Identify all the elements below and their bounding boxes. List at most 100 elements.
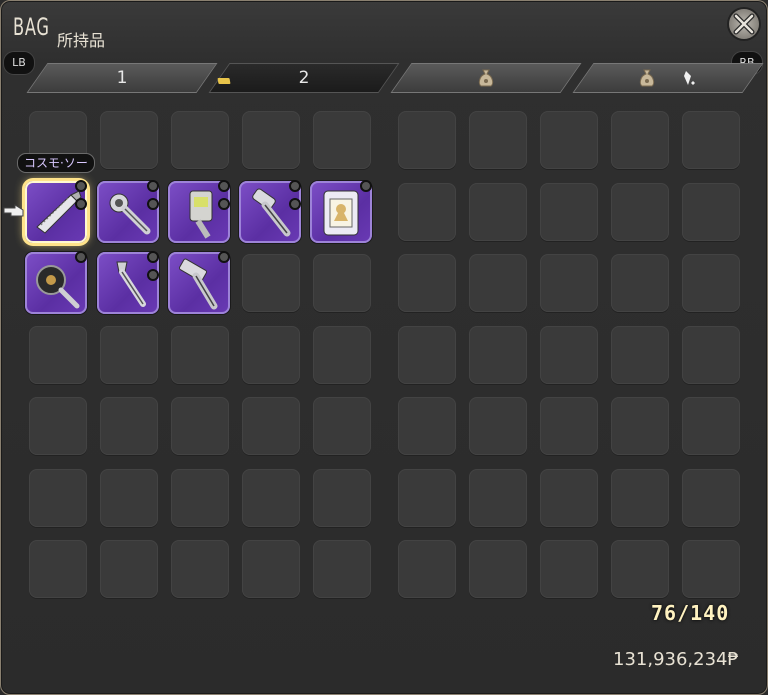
inventory-slot[interactable]	[242, 111, 300, 169]
inventory-slot[interactable]	[682, 254, 740, 312]
inventory-slot[interactable]	[100, 397, 158, 455]
inventory-slot[interactable]	[611, 326, 669, 384]
inventory-slot[interactable]	[682, 111, 740, 169]
inventory-slot[interactable]	[611, 397, 669, 455]
inventory-slot[interactable]	[313, 540, 371, 598]
spanner-item[interactable]	[97, 251, 159, 314]
hammer-item[interactable]	[239, 180, 301, 243]
materia-slot-icon	[147, 251, 159, 263]
tab-1[interactable]: 1	[26, 63, 218, 93]
inventory-slot[interactable]	[29, 540, 87, 598]
inventory-slot[interactable]	[682, 326, 740, 384]
saw-icon	[36, 190, 82, 234]
inventory-slot[interactable]	[313, 469, 371, 527]
inventory-slot[interactable]	[29, 326, 87, 384]
materia-slot-icon	[360, 180, 372, 192]
inventory-slot[interactable]	[398, 111, 456, 169]
inventory-count: 76/140	[651, 601, 730, 625]
inventory-slot[interactable]	[398, 469, 456, 527]
inventory-slot[interactable]	[398, 254, 456, 312]
wrench-item[interactable]	[97, 180, 159, 243]
inventory-slot[interactable]	[242, 326, 300, 384]
inventory-slot[interactable]	[171, 469, 229, 527]
materia-slot-icon	[218, 180, 230, 192]
inventory-slot[interactable]	[611, 111, 669, 169]
inventory-slot[interactable]	[171, 111, 229, 169]
inventory-slot[interactable]	[398, 183, 456, 241]
item-tooltip: コスモ·ソー	[17, 153, 95, 173]
inventory-slot[interactable]	[242, 254, 300, 312]
saw-item[interactable]	[25, 180, 87, 243]
materia-slot-icon	[75, 198, 87, 210]
inventory-slot[interactable]	[682, 469, 740, 527]
inventory-slot[interactable]	[540, 540, 598, 598]
active-tab-marker	[217, 78, 231, 84]
inventory-slot[interactable]	[29, 397, 87, 455]
inventory-slot[interactable]	[469, 540, 527, 598]
pan-icon	[36, 265, 80, 309]
pan-item[interactable]	[25, 251, 87, 314]
materia-slot-icon	[289, 180, 301, 192]
inventory-slot[interactable]	[682, 397, 740, 455]
close-button[interactable]	[729, 9, 759, 39]
inventory-slot[interactable]	[313, 326, 371, 384]
mallet-icon	[178, 258, 218, 310]
inventory-slot[interactable]	[611, 254, 669, 312]
hammer-icon	[252, 188, 291, 237]
inventory-slot[interactable]	[100, 326, 158, 384]
inventory-slot[interactable]	[540, 254, 598, 312]
inventory-slot[interactable]	[100, 469, 158, 527]
inventory-slot[interactable]	[313, 111, 371, 169]
inventory-slot[interactable]	[469, 111, 527, 169]
tab-4[interactable]	[572, 63, 764, 93]
inventory-slot[interactable]	[242, 469, 300, 527]
inventory-slot[interactable]	[469, 397, 527, 455]
tab-2-label: 2	[298, 68, 310, 88]
close-icon	[733, 13, 755, 35]
inventory-slot[interactable]	[682, 183, 740, 241]
gauge-tool-item[interactable]	[168, 180, 230, 243]
tab-3[interactable]	[390, 63, 582, 93]
gauge-tool-icon	[189, 190, 213, 239]
inventory-slot[interactable]	[611, 183, 669, 241]
wrench-icon	[109, 193, 151, 235]
inventory-slot[interactable]	[540, 111, 598, 169]
inventory-slot[interactable]	[398, 326, 456, 384]
inventory-slot[interactable]	[469, 183, 527, 241]
spanner-icon	[116, 261, 146, 307]
inventory-slot[interactable]	[469, 254, 527, 312]
inventory-slot[interactable]	[540, 183, 598, 241]
inventory-slot[interactable]	[29, 469, 87, 527]
tab-1-label: 1	[116, 68, 128, 88]
inventory-slot[interactable]	[242, 397, 300, 455]
inventory-slot[interactable]	[171, 326, 229, 384]
materia-slot-icon	[147, 180, 159, 192]
inventory-slot[interactable]	[171, 397, 229, 455]
inventory-slot[interactable]	[540, 326, 598, 384]
inventory-slot[interactable]	[398, 540, 456, 598]
inventory-slot[interactable]	[313, 397, 371, 455]
inventory-slot[interactable]	[682, 540, 740, 598]
materia-slot-icon	[75, 251, 87, 263]
frame-item[interactable]	[310, 180, 372, 243]
inventory-slot[interactable]	[611, 469, 669, 527]
inventory-slot[interactable]	[242, 540, 300, 598]
money-bag-crystal-icon	[639, 69, 695, 87]
tab-2[interactable]: 2	[208, 63, 400, 93]
inventory-slot[interactable]	[540, 469, 598, 527]
materia-slot-icon	[147, 269, 159, 281]
hand-cursor-icon	[3, 204, 24, 217]
inventory-slot[interactable]	[398, 397, 456, 455]
inventory-slot[interactable]	[100, 111, 158, 169]
materia-slot-icon	[218, 198, 230, 210]
inventory-slot[interactable]	[171, 540, 229, 598]
inventory-slot[interactable]	[469, 326, 527, 384]
inventory-slot[interactable]	[313, 254, 371, 312]
window-title: BAG 所持品	[13, 13, 105, 50]
inventory-slot[interactable]	[611, 540, 669, 598]
mallet-item[interactable]	[168, 251, 230, 314]
inventory-slot[interactable]	[540, 397, 598, 455]
gil-amount: 131,936,234₱	[613, 649, 739, 670]
inventory-slot[interactable]	[469, 469, 527, 527]
inventory-slot[interactable]	[100, 540, 158, 598]
